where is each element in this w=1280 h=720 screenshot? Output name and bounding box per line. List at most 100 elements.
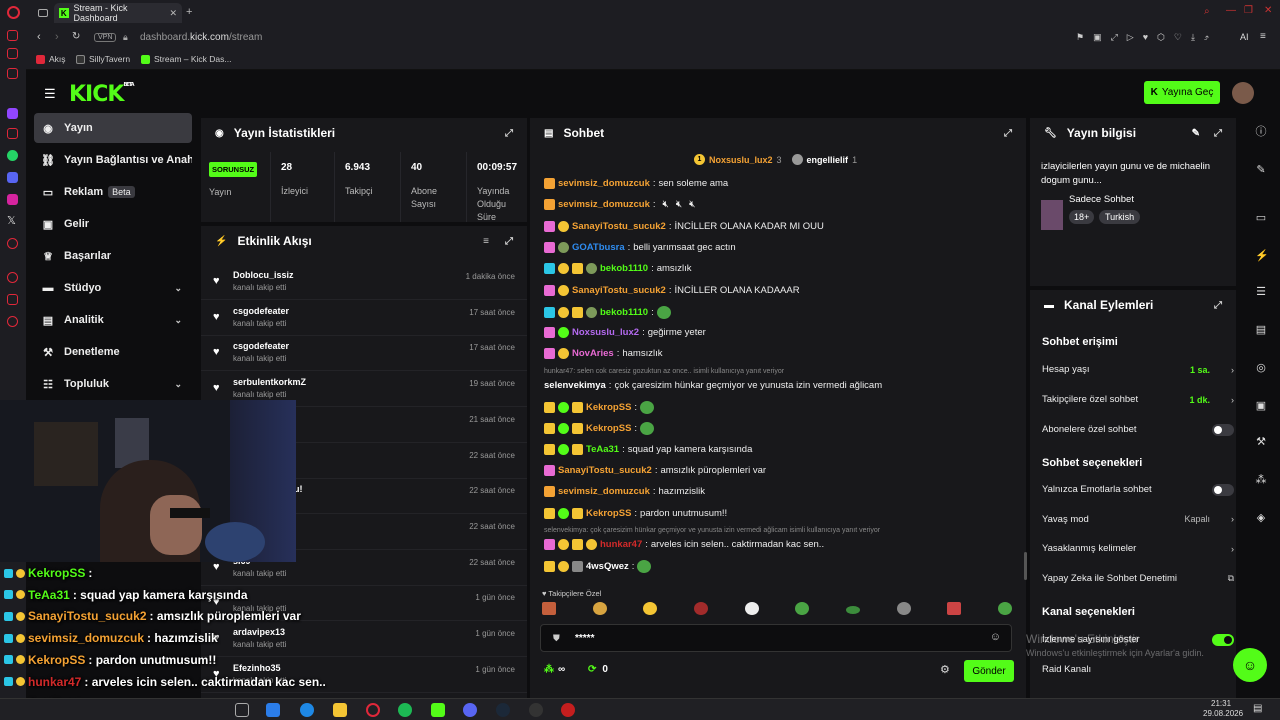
sidebar-item-1[interactable]: ⛓ Yayın Bağlantısı ve Anahtarı <box>34 145 192 175</box>
target-icon[interactable]: ◎ <box>1255 362 1267 374</box>
opera-icon[interactable] <box>366 703 380 717</box>
chat-username[interactable]: KekropSS <box>586 508 631 519</box>
chat-message[interactable]: 4wsQwez: <box>544 560 652 574</box>
bookmark-sillytavern[interactable]: SillyTavern <box>76 54 130 64</box>
emote-icon[interactable] <box>643 602 658 615</box>
search-icon[interactable]: ⌕ <box>1204 6 1210 17</box>
go-live-button[interactable]: K Yayına Geç <box>1144 81 1220 104</box>
emote-icon[interactable] <box>997 602 1012 615</box>
emote-icon[interactable] <box>744 602 759 615</box>
pinned-user-2[interactable]: engellielif <box>807 155 849 165</box>
filter-icon[interactable]: ≡ <box>483 236 489 247</box>
list-item[interactable]: ♥ csgodefeater kanalı takip etti 17 saat ön… <box>201 300 527 336</box>
sidebar-item-6[interactable]: ▤ Analitik ⌄ <box>34 305 192 335</box>
chat-message[interactable]: SanayiTostu_sucuk2: İNCİLLER OLANA KADAR … <box>544 220 824 232</box>
expand-icon[interactable]: ⤢ <box>505 236 513 247</box>
opera-logo-icon[interactable] <box>7 6 20 19</box>
chat-username[interactable]: KekropSS <box>586 402 631 413</box>
setting-row[interactable]: Abonelere özel sohbet <box>1042 423 1234 436</box>
forward-icon[interactable]: › <box>55 31 59 43</box>
chat-username[interactable]: SanayiTostu_sucuk2 <box>572 285 666 296</box>
sidebar-item-5[interactable]: ▬ Stüdyo ⌄ <box>34 273 192 303</box>
chat-message[interactable]: Noxsuslu_lux2: geğirme yeter <box>544 327 706 339</box>
store-icon[interactable] <box>266 703 280 717</box>
chat-message[interactable]: hunkar47: arveles icin selen.. caktirmada… <box>544 538 824 550</box>
emoji-icon[interactable]: ☺ <box>990 631 1001 643</box>
sidebar-icon-3[interactable] <box>7 68 18 79</box>
channel-points[interactable]: ⁂ ∞ <box>544 664 565 675</box>
browser-tab[interactable]: K Stream - Kick Dashboard ✕ <box>54 3 182 23</box>
video-icon[interactable]: ▭ <box>1255 212 1267 224</box>
notification-icon[interactable]: ▤ <box>1253 703 1262 714</box>
whatsapp-icon[interactable] <box>7 150 18 161</box>
tabs-menu-icon[interactable] <box>38 9 48 17</box>
chat-username[interactable]: KekropSS <box>586 423 631 434</box>
kick-app-icon[interactable] <box>431 703 445 717</box>
activity-user[interactable]: csgodefeater <box>233 341 289 351</box>
info-icon[interactable]: ⓘ <box>1255 126 1267 138</box>
sidebar-icon-2[interactable] <box>7 48 18 59</box>
sidebar-item-2[interactable]: ▭ Reklam Beta <box>34 177 192 207</box>
chat-username[interactable]: NovAries <box>572 348 614 359</box>
discord-icon[interactable] <box>7 172 18 183</box>
chat-username[interactable]: sevimsiz_domuzcuk <box>558 178 650 189</box>
emote-icon[interactable] <box>795 602 810 615</box>
setting-row[interactable]: Yavaş mod Kapalı › <box>1042 514 1234 525</box>
support-chat-button[interactable]: ☺ <box>1233 648 1267 682</box>
settings-icon[interactable] <box>7 316 18 327</box>
chat-scrollbar[interactable] <box>1024 552 1027 580</box>
toggle-switch[interactable] <box>1212 633 1234 646</box>
chat-username[interactable]: TeAa31 <box>586 444 619 455</box>
sidebar-item-7[interactable]: ⚒ Denetleme <box>34 337 192 367</box>
send-button[interactable]: Gönder <box>964 660 1014 682</box>
list-item[interactable]: ♥ Doblocu_issiz kanalı takip etti 1 dakika … <box>201 264 527 300</box>
chat-message[interactable]: sevimsiz_domuzcuk: hazımzislik <box>544 486 705 498</box>
edit-icon[interactable]: ✎ <box>1255 164 1267 176</box>
chat-message[interactable]: NovAries: hamsızlık <box>544 348 662 360</box>
chat-message[interactable]: TeAa31: squad yap kamera karşısında <box>544 443 752 455</box>
setting-row[interactable]: Takipçilere özel sohbet 1 dk. › <box>1042 394 1234 405</box>
setting-row[interactable]: Yalnızca Emotlarla sohbet <box>1042 483 1234 496</box>
setting-row[interactable]: Hesap yaşı 1 sa. › <box>1042 364 1234 375</box>
gift-icon[interactable]: ◈ <box>1255 512 1267 524</box>
toggle-switch[interactable] <box>1212 483 1234 496</box>
chat-message[interactable]: KekropSS: pardon unutmusum!! <box>544 507 727 519</box>
toggle-switch[interactable] <box>1212 423 1234 436</box>
edge-icon[interactable] <box>300 703 314 717</box>
chat-username[interactable]: bekob1110 <box>600 307 648 318</box>
bookmark-kick[interactable]: Stream – Kick Das... <box>141 54 231 64</box>
vpn-badge[interactable]: VPN <box>94 33 117 42</box>
sidebar-item-4[interactable]: ♕ Başarılar <box>34 241 192 271</box>
bookmark-akis[interactable]: Akış <box>36 54 66 64</box>
x-icon[interactable]: 𝕏 <box>7 216 18 227</box>
chat-message[interactable]: SanayiTostu_sucuk2: amsızlık püroplemleri… <box>544 464 766 476</box>
chat-username[interactable]: 4wsQwez <box>586 561 629 572</box>
hamburger-menu-icon[interactable]: ☰ <box>44 86 56 102</box>
expand-icon[interactable]: ⤢ <box>505 128 513 139</box>
minimize-button[interactable]: — <box>1226 5 1236 16</box>
chat-message[interactable]: KekropSS: <box>544 401 655 414</box>
chat-username[interactable]: SanayiTostu_sucuk2 <box>558 465 652 476</box>
chat-message[interactable]: KekropSS: <box>544 422 655 436</box>
emote-icon[interactable] <box>693 602 708 615</box>
emote-icon[interactable] <box>592 602 607 615</box>
maximize-button[interactable]: ❐ <box>1244 5 1253 16</box>
chat-username[interactable]: bekob1110 <box>600 263 648 274</box>
app-icon[interactable] <box>561 703 575 717</box>
chat-username[interactable]: sevimsiz_domuzcuk <box>558 199 650 210</box>
reload-icon[interactable]: ↻ <box>72 31 80 42</box>
emote-icon[interactable] <box>845 606 860 614</box>
explorer-icon[interactable] <box>333 703 347 717</box>
chat-message[interactable]: bekob1110: amsızlık <box>544 263 692 275</box>
obs-icon[interactable] <box>529 703 543 717</box>
chat-username[interactable]: SanayiTostu_sucuk2 <box>572 221 666 232</box>
setting-row[interactable]: Raid Kanalı <box>1042 664 1222 675</box>
extension-icons[interactable]: ⚑▣⤢▷♥⬡♡⤓⤴ <box>1076 32 1218 43</box>
chat-message[interactable]: SanayiTostu_sucuk2: İNCİLLER OLANA KADAAA… <box>544 284 800 296</box>
chat-message[interactable]: selenvekimya: çok çaresizim hünkar geçmiy… <box>544 380 882 391</box>
activity-user[interactable]: serbulentkorkmZ <box>233 377 306 387</box>
emote-icon[interactable] <box>542 602 556 615</box>
discord-app-icon[interactable] <box>463 703 477 717</box>
steam-icon[interactable] <box>496 703 510 717</box>
setting-row[interactable]: Yasaklanmış kelimeler › <box>1042 543 1234 554</box>
